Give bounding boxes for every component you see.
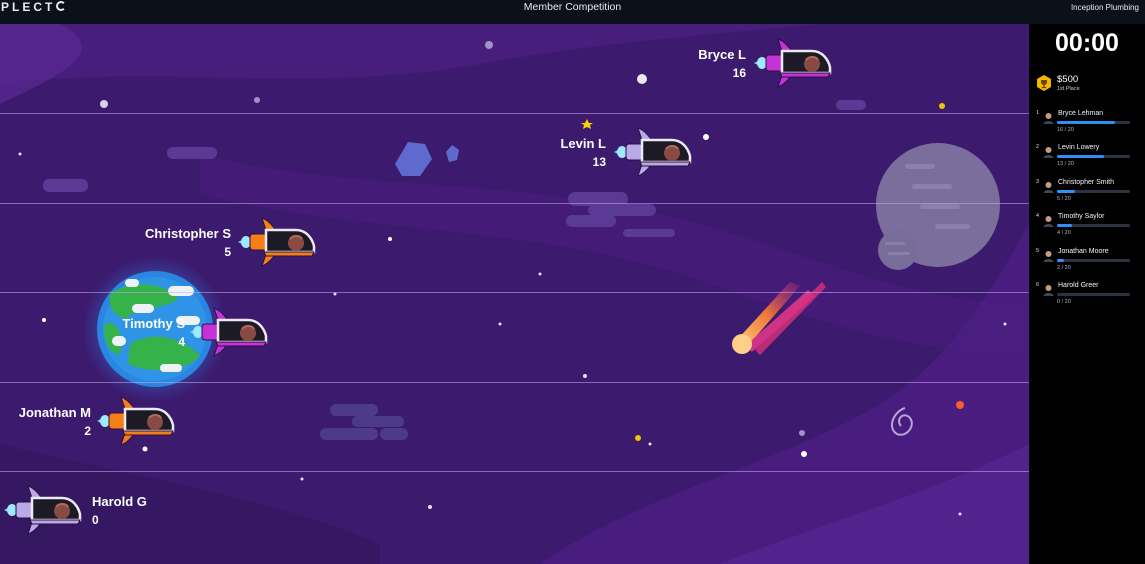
avatar <box>1043 147 1054 159</box>
race-track: Bryce L 16 Levin L 13 Christopher S 5 Ti… <box>0 24 1029 564</box>
leaderboard-progress: 2 / 20 <box>1057 264 1071 271</box>
leaderboard-rank: 3 <box>1036 178 1040 185</box>
spaceship-icon <box>95 395 175 456</box>
trophy-badge-icon <box>1037 75 1051 91</box>
racer-name: Timothy S <box>122 316 185 331</box>
space-background <box>0 24 1029 564</box>
leaderboard-name: Levin Lowery <box>1058 144 1100 152</box>
spaceship-icon <box>236 216 316 277</box>
leaderboard-row: 4 Timothy Saylor 4 / 20 <box>1029 213 1145 243</box>
leaderboard-progress: 0 / 20 <box>1057 299 1071 305</box>
lane-line <box>0 471 1029 472</box>
leaderboard-row: 6 Harold Greer 0 / 20 <box>1029 282 1145 312</box>
company-name: Inception Plumbing <box>1070 3 1139 12</box>
leaderboard-rank: 2 <box>1036 144 1040 151</box>
spaceship-icon <box>2 484 82 545</box>
progress-bar <box>1057 258 1130 262</box>
leaderboard-name: Harold Greer <box>1058 282 1099 289</box>
prize-amount: $500 <box>1057 74 1079 85</box>
leaderboard-row: 2 Levin Lowery 13 / 20 <box>1029 144 1145 174</box>
avatar <box>1043 181 1054 193</box>
progress-bar <box>1057 293 1130 296</box>
progress-bar-fill <box>1057 189 1076 193</box>
spaceship-icon <box>188 306 268 367</box>
avatar <box>1043 113 1054 124</box>
leaderboard-rank: 1 <box>1036 110 1040 116</box>
racer-score: 5 <box>224 245 231 259</box>
racer-name: Jonathan M <box>18 405 91 420</box>
top-bar: PLECT Member Competition Inception Plumb… <box>0 0 1145 24</box>
leaderboard-row: 1 Bryce Lehman 16 / 20 <box>1029 110 1145 140</box>
progress-bar <box>1057 189 1130 193</box>
racer-name: Levin L <box>560 136 606 151</box>
spaceship-icon <box>612 126 692 187</box>
leaderboard-name: Christopher Smith <box>1058 178 1115 186</box>
leaderboard-rank: 5 <box>1036 247 1040 254</box>
progress-bar <box>1057 121 1130 124</box>
racer-name: Harold G <box>92 494 147 509</box>
racer-name: Christopher S <box>145 226 231 241</box>
progress-bar-fill <box>1057 121 1116 124</box>
progress-bar <box>1057 224 1130 228</box>
leaderboard-rank: 4 <box>1036 213 1040 220</box>
lane-line <box>0 382 1029 383</box>
lane-line <box>0 113 1029 114</box>
leaderboard-progress: 16 / 20 <box>1057 127 1074 133</box>
lane-line <box>0 203 1029 204</box>
leaderboard-row: 5 Jonathan Moore 2 / 20 <box>1029 248 1145 278</box>
leaderboard-progress: 5 / 20 <box>1057 195 1071 202</box>
page-title: Member Competition <box>523 1 622 13</box>
progress-bar-fill <box>1057 258 1065 262</box>
progress-bar-fill <box>1057 224 1072 228</box>
progress-bar <box>1057 155 1130 159</box>
leaderboard-name: Timothy Saylor <box>1058 213 1105 221</box>
leaderboard-name: Bryce Lehman <box>1058 110 1104 117</box>
leaderboard-name: Jonathan Moore <box>1058 247 1109 255</box>
leaderboard-progress: 13 / 20 <box>1057 161 1074 168</box>
racer-name: Bryce L <box>698 47 746 62</box>
lane-line <box>0 292 1029 293</box>
racer-score: 0 <box>92 513 99 527</box>
avatar <box>1043 250 1054 262</box>
leaderboard-sidebar: 00:00 $500 1st Place 1 Bryce Lehman 16 / 2… <box>1029 24 1145 564</box>
leaderboard-row: 3 Christopher Smith 5 / 20 <box>1029 179 1145 209</box>
racer-score: 16 <box>732 66 746 80</box>
leaderboard-progress: 4 / 20 <box>1057 230 1071 237</box>
leaderboard-rank: 6 <box>1036 282 1040 288</box>
spaceship-icon <box>752 37 832 98</box>
avatar <box>1043 216 1054 228</box>
racer-score: 4 <box>178 335 185 349</box>
avatar <box>1043 285 1054 296</box>
racer-score: 13 <box>592 155 606 169</box>
prize-label: 1st Place <box>1057 86 1080 92</box>
countdown-timer: 00:00 <box>1055 29 1119 57</box>
progress-bar-fill <box>1057 155 1105 159</box>
racer-score: 2 <box>84 424 91 438</box>
